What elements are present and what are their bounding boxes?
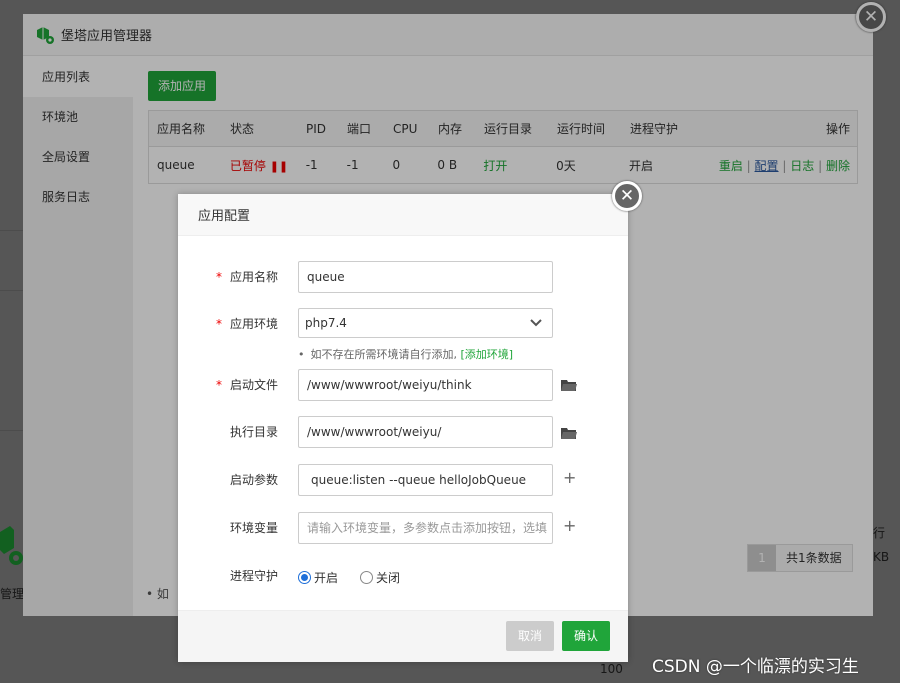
- bullet-icon: •: [298, 348, 305, 361]
- dialog-close-icon[interactable]: ✕: [612, 181, 642, 211]
- guard-off-label[interactable]: 关闭: [376, 569, 400, 586]
- exec-dir-input[interactable]: /www/wwwroot/weiyu/: [298, 416, 553, 448]
- start-args-label: 启动参数: [229, 473, 278, 487]
- confirm-button[interactable]: 确认: [562, 621, 610, 651]
- app-env-select[interactable]: php7.4: [298, 308, 553, 338]
- exec-dir-label: 执行目录: [229, 425, 278, 439]
- guard-on-radio[interactable]: [298, 570, 311, 584]
- start-file-label-text: 启动文件: [229, 378, 278, 392]
- chevron-down-icon: [530, 319, 542, 327]
- start-file-label: * 启动文件: [208, 369, 278, 401]
- add-env-var-plus-icon[interactable]: +: [563, 510, 576, 542]
- app-name-label-text: 应用名称: [229, 270, 278, 284]
- app-name-label: * 应用名称: [208, 261, 278, 293]
- env-vars-label: 环境变量: [229, 521, 278, 535]
- dialog-title: 应用配置: [178, 194, 628, 236]
- app-config-dialog: 应用配置 * 应用名称 queue * 应用环境 php7.4 • 如不存在所需环境请…: [178, 194, 628, 662]
- env-hint-text: 如不存在所需环境请自行添加,: [310, 348, 458, 361]
- required-mark: *: [215, 270, 222, 284]
- env-vars-input[interactable]: 请输入环境变量，多参数点击添加按钮，选填: [298, 512, 553, 544]
- start-file-input[interactable]: /www/wwwroot/weiyu/think: [298, 369, 553, 401]
- app-env-label-text: 应用环境: [229, 317, 278, 331]
- app-env-label: * 应用环境: [208, 308, 278, 340]
- guard-label: 进程守护: [229, 569, 278, 583]
- app-name-input[interactable]: queue: [298, 261, 553, 293]
- add-env-link[interactable]: [添加环境]: [461, 348, 514, 361]
- folder-icon[interactable]: [561, 378, 577, 392]
- cancel-button[interactable]: 取消: [506, 621, 554, 651]
- guard-on-label[interactable]: 开启: [314, 569, 338, 586]
- guard-off-radio[interactable]: [360, 570, 374, 584]
- required-mark: *: [215, 317, 222, 331]
- folder-icon[interactable]: [561, 426, 577, 440]
- app-env-value: php7.4: [305, 316, 347, 330]
- required-mark: *: [215, 378, 222, 392]
- dialog-footer: 取消 确认: [178, 610, 628, 662]
- add-arg-plus-icon[interactable]: +: [563, 462, 576, 494]
- start-args-input[interactable]: queue:listen --queue helloJobQueue: [298, 464, 553, 496]
- guard-radio-group: 开启 关闭: [298, 567, 422, 587]
- env-hint: • 如不存在所需环境请自行添加, [添加环境]: [298, 346, 513, 362]
- watermark: CSDN @一个临漂的实习生: [652, 657, 859, 677]
